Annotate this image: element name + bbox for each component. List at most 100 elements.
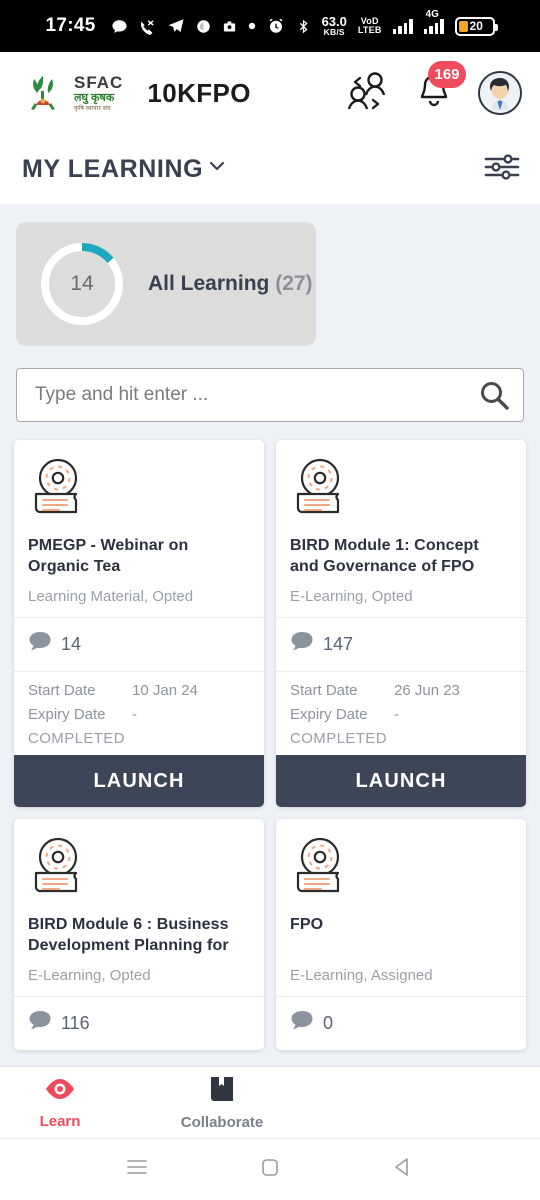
course-comments[interactable]: 0: [276, 996, 526, 1050]
progress-count: 14: [70, 272, 94, 295]
course-comments[interactable]: 147: [276, 617, 526, 671]
start-date-row: Start Date 10 Jan 24: [28, 682, 250, 699]
comment-count: 147: [323, 634, 354, 655]
browser-icon: [196, 19, 211, 34]
cd-book-icon: [290, 458, 354, 522]
nav-item-collaborate[interactable]: Collaborate: [170, 1075, 274, 1131]
book-icon: [207, 1075, 237, 1108]
signal-bars-sim1: [392, 18, 413, 34]
start-date-label: Start Date: [28, 682, 96, 700]
network-speed: 63.0 KB/S: [322, 15, 347, 37]
expiry-date-label: Expiry Date: [290, 706, 368, 724]
sfac-hindi-main: लघु कृषक: [74, 92, 115, 104]
camera-icon: [222, 19, 237, 34]
course-subtitle: E-Learning, Assigned: [290, 967, 433, 985]
cd-book-icon: [28, 458, 92, 522]
start-date-label: Start Date: [290, 682, 358, 700]
progress-label-text: All Learning: [148, 272, 270, 295]
android-navigation-bar: [0, 1138, 540, 1200]
home-icon[interactable]: [257, 1154, 283, 1185]
status-clock: 17:45: [45, 15, 96, 36]
course-subtitle: E-Learning, Opted: [28, 967, 151, 985]
comment-icon: [290, 1010, 314, 1037]
search-button[interactable]: [478, 379, 510, 414]
course-card[interactable]: FPO E-Learning, Assigned 0: [276, 819, 526, 1051]
cd-book-icon: [290, 838, 354, 901]
course-card[interactable]: PMEGP - Webinar on Organic Tea Learning …: [14, 440, 264, 808]
course-card-header: BIRD Module 6 : Business Development Pla…: [14, 819, 264, 996]
sfac-leaf-logo-icon: [22, 70, 64, 116]
avatar[interactable]: [478, 71, 522, 115]
nav-item-label: Learn: [39, 1112, 81, 1130]
app-title: 10KFPO: [147, 77, 251, 108]
comment-icon: [28, 1010, 52, 1037]
volte-line-2: LTEB: [357, 25, 382, 35]
course-comments[interactable]: 14: [14, 617, 264, 671]
nav-item-learn[interactable]: Learn: [8, 1076, 112, 1130]
start-date-value: 10 Jan 24: [132, 682, 198, 700]
cd-book-icon: [28, 838, 92, 901]
comment-count: 14: [61, 634, 82, 655]
alarm-icon: [267, 17, 285, 35]
battery-indicator: 20: [454, 16, 498, 36]
course-title: FPO: [290, 916, 324, 934]
back-icon[interactable]: [390, 1154, 416, 1185]
course-title: BIRD Module 6 : Business Development Pla…: [28, 916, 229, 955]
progress-summary-card[interactable]: 14 All Learning (27): [16, 222, 316, 346]
course-dates: Start Date 26 Jun 23 Expiry Date - COMPL…: [276, 671, 526, 755]
header-actions: 169: [344, 60, 522, 117]
bell-icon: [416, 74, 452, 114]
content-area: 14 All Learning (27) Type and hit enter …: [0, 204, 540, 1066]
network-speed-unit: KB/S: [323, 27, 345, 38]
launch-button[interactable]: LAUNCH: [14, 755, 264, 808]
course-title: BIRD Module 1: Concept and Governance of…: [290, 537, 479, 576]
search-icon: [478, 382, 510, 414]
user-switch-icon[interactable]: [344, 70, 390, 117]
page-title-text: MY LEARNING: [22, 154, 204, 183]
expiry-date-value: -: [394, 706, 399, 724]
dot-icon: [248, 22, 256, 30]
eye-icon: [43, 1076, 77, 1107]
launch-button[interactable]: LAUNCH: [276, 755, 526, 808]
search-input[interactable]: [16, 368, 524, 422]
notification-badge: 169: [428, 60, 466, 88]
course-card[interactable]: BIRD Module 1: Concept and Governance of…: [276, 440, 526, 808]
app-root: 17:45 63.0 KB/S VoD LTEB 4G 20 SFAC लघु …: [0, 0, 540, 1200]
course-title: PMEGP - Webinar on Organic Tea: [28, 537, 189, 576]
course-status: COMPLETED: [28, 730, 125, 748]
telegram-icon: [167, 17, 185, 35]
chat-bubble-icon: [111, 18, 128, 35]
expiry-date-row: Expiry Date -: [290, 706, 512, 723]
course-card[interactable]: BIRD Module 6 : Business Development Pla…: [14, 819, 264, 1051]
notifications-button[interactable]: 169: [416, 60, 466, 115]
brand-logo[interactable]: SFAC लघु कृषक कृषि व्यापार संघ 10KFPO: [22, 70, 251, 116]
course-subtitle: E-Learning, Opted: [290, 588, 413, 606]
expiry-date-label: Expiry Date: [28, 706, 106, 724]
volte-indicator: VoD LTEB: [357, 16, 382, 36]
sfac-hindi-sub: कृषि व्यापार संघ: [74, 106, 111, 112]
search-bar: [16, 368, 524, 422]
progress-total: (27): [275, 272, 313, 295]
battery-percent: 20: [469, 19, 483, 33]
comment-count: 116: [61, 1013, 90, 1034]
nav-item-label: Collaborate: [180, 1113, 264, 1131]
start-date-row: Start Date 26 Jun 23: [290, 682, 512, 699]
course-comments[interactable]: 116: [14, 996, 264, 1050]
expiry-date-row: Expiry Date -: [28, 706, 250, 723]
page-title[interactable]: MY LEARNING: [22, 154, 229, 185]
bottom-navigation: Learn Collaborate: [0, 1066, 540, 1138]
progress-ring: 14: [38, 240, 126, 328]
network-type-label: 4G: [425, 8, 439, 20]
progress-label: All Learning (27): [148, 272, 313, 296]
course-subtitle: Learning Material, Opted: [28, 588, 194, 606]
recents-icon[interactable]: [124, 1154, 150, 1185]
expiry-date-value: -: [132, 706, 137, 724]
comment-icon: [28, 631, 52, 658]
sfac-wordmark: SFAC लघु कृषक कृषि व्यापार संघ: [74, 74, 123, 112]
filter-sliders-icon[interactable]: [484, 152, 520, 187]
bluetooth-icon: [296, 18, 311, 35]
course-grid: PMEGP - Webinar on Organic Tea Learning …: [14, 440, 526, 1051]
start-date-value: 26 Jun 23: [394, 682, 460, 700]
comment-count: 0: [323, 1013, 334, 1034]
chevron-down-icon: [205, 154, 229, 185]
